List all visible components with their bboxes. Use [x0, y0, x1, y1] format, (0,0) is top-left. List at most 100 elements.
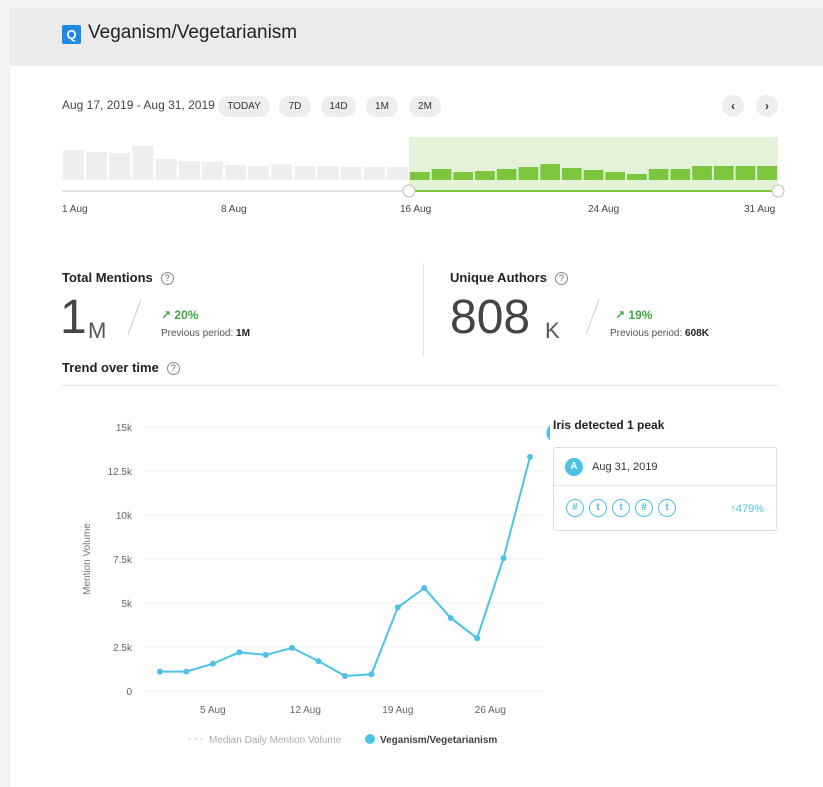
- help-icon[interactable]: ?: [166, 362, 180, 375]
- timeline-label: 1 Aug: [62, 204, 88, 215]
- prev-period-button[interactable]: ‹: [722, 95, 744, 117]
- peak-panel-title: Iris detected 1 peak: [553, 418, 665, 432]
- total-mentions-change: ↗ 20%: [161, 308, 199, 322]
- timeline-bar: [386, 167, 408, 180]
- timeline-bar: [518, 167, 539, 180]
- page-header: Q Veganism/Vegetarianism: [10, 8, 823, 66]
- timeline-bars: [62, 146, 785, 198]
- legend-series-swatch: [365, 734, 375, 744]
- timeline-bar: [605, 172, 626, 180]
- timeline-bar: [713, 166, 734, 180]
- peak-date: Aug 31, 2019: [592, 461, 658, 473]
- preset-1m-button[interactable]: 1M: [366, 96, 398, 117]
- y-tick-label: 15k: [116, 423, 133, 434]
- preset-7d-button[interactable]: 7D: [279, 96, 311, 117]
- series-line: [160, 456, 531, 678]
- data-point[interactable]: [474, 635, 481, 642]
- date-range-label: Aug 17, 2019 - Aug 31, 2019: [62, 98, 215, 112]
- timeline-label: 31 Aug: [744, 204, 776, 215]
- data-point[interactable]: [236, 649, 243, 656]
- twitter-icon[interactable]: t: [612, 499, 630, 517]
- timeline-bar: [63, 150, 85, 180]
- data-point[interactable]: [421, 585, 428, 592]
- preset-today-button[interactable]: TODAY: [218, 96, 270, 117]
- unique-authors-value: 808: [450, 291, 531, 344]
- data-point[interactable]: [500, 555, 507, 562]
- peak-change: ↑479%: [730, 503, 764, 515]
- next-period-button[interactable]: ›: [756, 95, 778, 117]
- timeline-bar: [248, 166, 270, 180]
- legend-series-label: Veganism/Vegetarianism: [380, 735, 497, 746]
- timeline-bar: [224, 165, 247, 180]
- twitter-icon[interactable]: t: [589, 499, 607, 517]
- data-point[interactable]: [447, 614, 454, 621]
- data-point[interactable]: [368, 671, 375, 678]
- peak-marker[interactable]: [546, 423, 550, 443]
- unique-authors-change: ↗ 19%: [615, 308, 653, 322]
- timeline-bar: [735, 166, 756, 180]
- total-mentions-label: Total Mentions?: [62, 270, 174, 285]
- timeline-bar: [670, 169, 691, 180]
- peak-card[interactable]: A Aug 31, 2019 # t t # t ↑479%: [553, 447, 777, 531]
- data-point[interactable]: [157, 668, 163, 675]
- twitter-icon[interactable]: t: [658, 499, 676, 517]
- peak-card-header: A Aug 31, 2019: [554, 448, 776, 486]
- data-point[interactable]: [315, 658, 322, 665]
- timeline-bar: [540, 164, 560, 180]
- timeline-bar: [757, 166, 777, 180]
- x-tick-label: 26 Aug: [475, 705, 506, 716]
- data-point[interactable]: [342, 673, 348, 680]
- previous-period-label: Previous period:: [610, 328, 683, 339]
- hashtag-icon[interactable]: #: [566, 499, 584, 517]
- previous-period-value: 608K: [685, 328, 709, 339]
- timeline-bar: [132, 146, 154, 180]
- metrics-divider: [423, 263, 424, 357]
- preset-14d-button[interactable]: 14D: [321, 96, 356, 117]
- timeline-label: 24 Aug: [588, 204, 620, 215]
- page-title: Veganism/Vegetarianism: [88, 22, 298, 43]
- data-point[interactable]: [289, 644, 296, 651]
- timeline-label: 8 Aug: [221, 204, 247, 215]
- y-tick-label: 10k: [116, 511, 133, 522]
- preset-2m-button[interactable]: 2M: [409, 96, 441, 117]
- legend-median-label: Median Daily Mention Volume: [209, 735, 342, 746]
- help-icon[interactable]: ?: [555, 272, 569, 285]
- timeline-handle-start[interactable]: [402, 184, 416, 198]
- hashtag-icon[interactable]: #: [635, 499, 653, 517]
- data-point[interactable]: [262, 651, 269, 658]
- app-logo-icon: Q: [62, 25, 81, 44]
- unique-authors-label: Unique Authors?: [450, 270, 569, 285]
- timeline-bar: [453, 172, 474, 180]
- total-mentions-value: 1: [60, 291, 87, 344]
- timeline-bar: [410, 172, 430, 180]
- timeline-bar: [692, 166, 712, 180]
- data-point[interactable]: [394, 604, 401, 611]
- timeline-bar: [648, 169, 669, 180]
- y-tick-label: 0: [126, 687, 132, 698]
- timeline-bar: [583, 170, 604, 180]
- divider-slash: [585, 298, 600, 336]
- peak-badge: A: [565, 458, 583, 476]
- timeline-handle-end[interactable]: [771, 184, 785, 198]
- timeline-selector[interactable]: [62, 136, 785, 198]
- timeline-bar: [475, 171, 495, 180]
- divider-slash: [127, 298, 142, 336]
- timeline-bar: [109, 153, 131, 180]
- help-icon[interactable]: ?: [160, 272, 174, 285]
- y-tick-label: 7.5k: [113, 555, 133, 566]
- trend-title: Trend over time: [62, 360, 159, 375]
- unique-authors-title: Unique Authors: [450, 270, 548, 285]
- section-divider: [62, 385, 778, 386]
- date-range-picker[interactable]: Aug 17, 2019 - Aug 31, 2019 ▼: [62, 98, 229, 112]
- data-point[interactable]: [183, 668, 190, 675]
- previous-period-value: 1M: [236, 328, 250, 339]
- timeline-bar: [431, 169, 452, 180]
- trend-over-time-label: Trend over time?: [62, 360, 180, 375]
- dashboard-card: Aug 17, 2019 - Aug 31, 2019 ▼ TODAY 7D 1…: [10, 66, 823, 787]
- timeline-bar: [627, 174, 647, 180]
- data-point[interactable]: [209, 660, 216, 667]
- y-tick-label: 5k: [121, 599, 133, 610]
- y-tick-label: 2.5k: [113, 643, 133, 654]
- previous-period-label: Previous period:: [161, 328, 234, 339]
- data-point[interactable]: [527, 453, 533, 460]
